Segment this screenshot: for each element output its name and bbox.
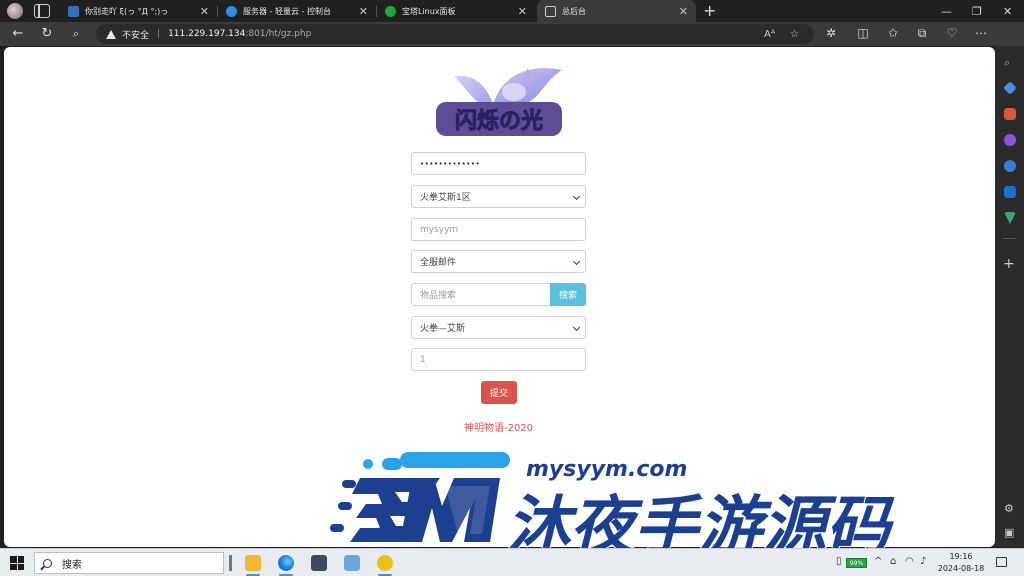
file-explorer-icon[interactable]	[245, 555, 261, 571]
browser-toolbar: ← ↻ ⌕ 不安全 | 111.229.197.134:801/ht/gz.ph…	[0, 22, 1024, 46]
favorites-icon[interactable]: ✩	[885, 26, 901, 40]
notepad-icon[interactable]	[344, 555, 360, 571]
mail-type-select[interactable]: 全服邮件	[411, 250, 586, 273]
windows-start-icon[interactable]	[10, 556, 24, 570]
taskbar-search-box[interactable]: 搜索	[34, 552, 224, 574]
cloud-icon	[226, 5, 237, 17]
chevron-up-icon[interactable]: ^	[874, 556, 882, 567]
tag-icon[interactable]	[1003, 81, 1017, 95]
copilot-icon[interactable]	[1004, 160, 1016, 172]
search-icon	[43, 558, 52, 568]
username-field[interactable]: mysyym	[411, 218, 586, 241]
extensions-icon[interactable]: ✲	[823, 26, 839, 40]
close-icon[interactable]: ✕	[679, 5, 688, 18]
quantity-field[interactable]: 1	[411, 348, 586, 371]
footer-text: 神明物语-2020	[463, 423, 534, 434]
split-screen-icon[interactable]: ◫	[855, 26, 871, 40]
refresh-icon[interactable]: ↻	[38, 25, 56, 43]
taskbar-divider	[229, 555, 232, 571]
drop-icon[interactable]	[1004, 212, 1016, 224]
game-icon[interactable]	[1004, 134, 1016, 146]
profile-avatar[interactable]	[7, 3, 23, 19]
notification-icon[interactable]	[996, 557, 1007, 567]
security-label[interactable]: 不安全	[122, 28, 149, 41]
tab-actions-icon[interactable]	[34, 4, 50, 18]
game-logo: 闪烁の光	[436, 68, 562, 136]
watermark-logo: mysyym.com 沐夜手游源码	[330, 452, 896, 560]
item-search-input[interactable]: 物品搜索	[411, 283, 551, 306]
close-window-icon[interactable]: ✕	[1003, 0, 1012, 22]
search-icon[interactable]: ⌕	[67, 25, 85, 43]
warning-icon	[106, 29, 116, 39]
back-icon[interactable]: ←	[9, 25, 27, 43]
svg-text:mysyym.com: mysyym.com	[526, 457, 687, 482]
windows-taskbar: 搜索 ▯ 99% ^ ⌂ ◠ ♪ 19:16 2024-08-18	[0, 548, 1024, 576]
browser-essentials-icon[interactable]: ♡	[944, 26, 960, 40]
edge-browser-icon[interactable]	[278, 555, 294, 571]
search-icon[interactable]: ⌕	[1004, 56, 1016, 69]
url-path: :801/ht/gz.php	[245, 29, 312, 39]
remote-app-icon[interactable]	[377, 555, 393, 571]
volume-icon[interactable]: ♪	[920, 556, 926, 567]
tab-3[interactable]: 宝塔Linux面板 ✕	[377, 0, 535, 22]
battery-indicator[interactable]: 99%	[846, 558, 867, 568]
favorite-star-icon[interactable]: ☆	[790, 29, 799, 40]
address-bar[interactable]: 不安全 | 111.229.197.134:801/ht/gz.php A͏ᴬ …	[96, 24, 814, 44]
close-icon[interactable]: ✕	[518, 5, 527, 18]
network-icon[interactable]: ⌂	[890, 556, 896, 567]
terminal-icon[interactable]	[311, 555, 327, 571]
tab-1[interactable]: 你别走吖 ξ(っ °Д °;)っ ✕	[60, 0, 217, 22]
minimize-icon[interactable]: —	[941, 0, 952, 22]
submit-button[interactable]: 提交	[481, 381, 517, 404]
new-tab-icon[interactable]: +	[703, 1, 716, 20]
read-aloud-icon[interactable]: A͏ᴬ	[764, 29, 775, 40]
url-host: 111.229.197.134	[168, 29, 246, 39]
collections-icon[interactable]: ⧉	[914, 26, 930, 41]
site-favicon-icon	[68, 5, 79, 17]
close-icon[interactable]: ✕	[200, 5, 209, 18]
bt-panel-icon	[385, 5, 396, 17]
svg-text:闪烁の光: 闪烁の光	[455, 109, 543, 134]
add-sidebar-app-icon[interactable]: +	[1003, 256, 1015, 272]
item-select[interactable]: 火拳—艾斯	[411, 316, 586, 339]
tab-4-active[interactable]: 总后台 ✕	[537, 0, 696, 22]
outlook-icon[interactable]	[1004, 186, 1016, 198]
server-select[interactable]: 火拳艾斯1区	[411, 185, 586, 208]
more-icon[interactable]: ⋯	[973, 26, 989, 40]
close-icon[interactable]: ✕	[359, 5, 368, 18]
tab-2[interactable]: 服务器 - 轻量云 - 控制台 ✕	[218, 0, 376, 22]
device-icon[interactable]: ▯	[836, 556, 842, 567]
password-field[interactable]: •••••••••••••	[411, 152, 586, 175]
page-icon	[545, 5, 556, 17]
search-button[interactable]: 搜索	[550, 283, 586, 306]
wifi-icon[interactable]: ◠	[905, 556, 914, 567]
maximize-icon[interactable]: ❐	[972, 0, 982, 22]
clock[interactable]: 19:16 2024-08-18	[936, 551, 986, 575]
toolbox-icon[interactable]	[1004, 108, 1016, 120]
